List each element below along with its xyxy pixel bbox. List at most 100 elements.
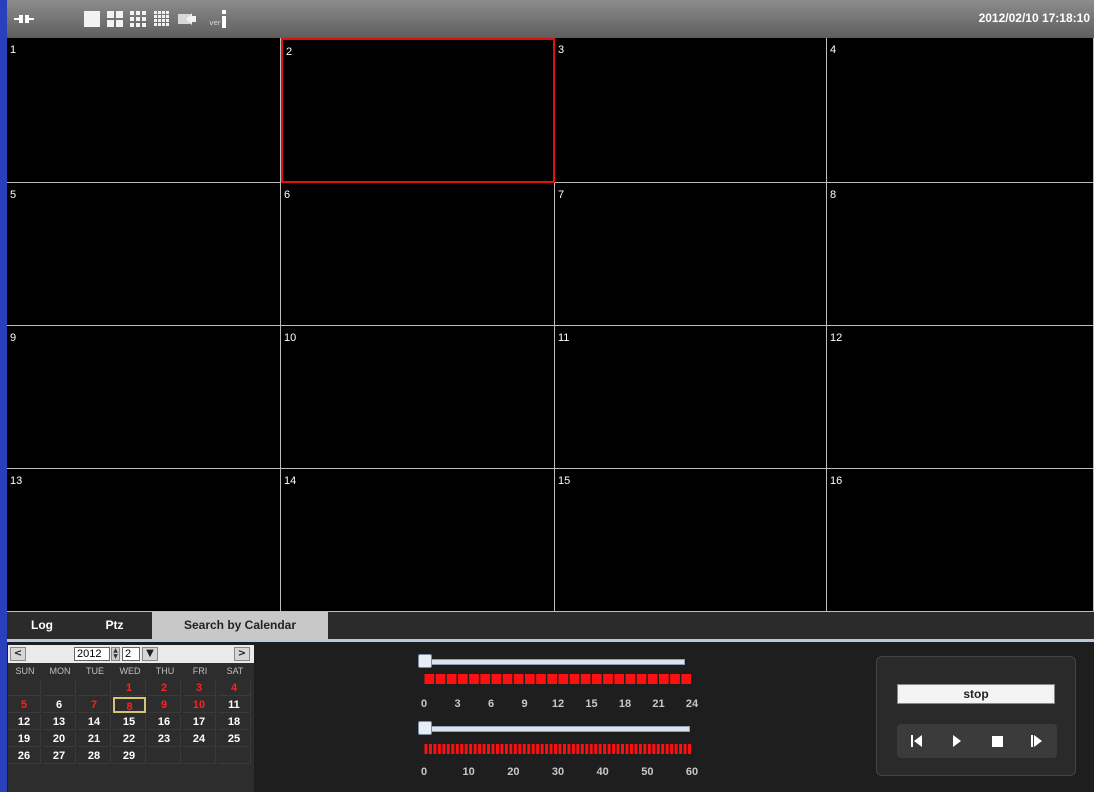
calendar-day-5[interactable]: 5 <box>8 697 41 713</box>
record-segment <box>522 744 526 754</box>
camera-cell-12[interactable]: 12 <box>827 326 1094 469</box>
camera-cell-5[interactable]: 5 <box>7 183 281 326</box>
record-segment <box>647 744 651 754</box>
calendar-day-24[interactable]: 24 <box>183 731 216 747</box>
calendar-day-12[interactable]: 12 <box>8 714 41 730</box>
year-spinner[interactable]: ▲ ▼ <box>111 647 120 661</box>
record-segment <box>612 744 616 754</box>
tab-search-by-calendar[interactable]: Search by Calendar <box>152 612 328 639</box>
camera-cell-16[interactable]: 16 <box>827 469 1094 612</box>
calendar-day-21[interactable]: 21 <box>78 731 111 747</box>
calendar-day-25[interactable]: 25 <box>218 731 251 747</box>
year-field[interactable]: 2012 <box>74 647 110 661</box>
camera-cell-4[interactable]: 4 <box>827 38 1094 183</box>
record-segment <box>473 744 477 754</box>
stop-button[interactable] <box>981 729 1013 753</box>
calendar-day-1[interactable]: 1 <box>113 680 146 696</box>
layout-1x1-icon[interactable] <box>83 9 101 29</box>
next-month-button[interactable]: > <box>234 647 250 661</box>
calendar-day-26[interactable]: 26 <box>8 748 41 764</box>
calendar-day-9[interactable]: 9 <box>148 697 181 713</box>
camera-cell-8[interactable]: 8 <box>827 183 1094 326</box>
prev-month-button[interactable]: < <box>10 647 26 661</box>
record-segment <box>638 744 642 754</box>
calendar-day-23[interactable]: 23 <box>148 731 181 747</box>
tab-ptz[interactable]: Ptz <box>77 612 152 639</box>
camera-cell-1[interactable]: 1 <box>7 38 281 183</box>
calendar-day-10[interactable]: 10 <box>183 697 216 713</box>
camera-cell-13[interactable]: 13 <box>7 469 281 612</box>
calendar-day-19[interactable]: 19 <box>8 731 41 747</box>
calendar-day-3[interactable]: 3 <box>183 680 216 696</box>
record-segment <box>625 744 629 754</box>
weekday-label: SUN <box>15 666 35 676</box>
calendar-day-4[interactable]: 4 <box>218 680 251 696</box>
calendar-day-17[interactable]: 17 <box>183 714 216 730</box>
calendar-day-16[interactable]: 16 <box>148 714 181 730</box>
record-segment <box>424 744 428 754</box>
calendar-day-27[interactable]: 27 <box>43 748 76 764</box>
camera-cell-9[interactable]: 9 <box>7 326 281 469</box>
scale-label: 50 <box>641 766 654 778</box>
record-segment <box>525 674 535 684</box>
calendar-day-20[interactable]: 20 <box>43 731 76 747</box>
month-dropdown-button[interactable]: ▼ <box>142 647 158 661</box>
record-segment <box>589 744 593 754</box>
playback-control-panel: stop <box>876 656 1076 776</box>
record-segment <box>558 744 562 754</box>
camera-cell-2[interactable]: 2 <box>281 38 555 183</box>
layout-4x4-icon[interactable] <box>153 9 171 29</box>
camera-cell-11[interactable]: 11 <box>555 326 827 469</box>
layout-2x2-icon[interactable] <box>106 9 124 29</box>
weekday-label: THU <box>155 666 175 676</box>
camera-cell-15[interactable]: 15 <box>555 469 827 612</box>
weekday-label: FRI <box>192 666 208 676</box>
camera-number: 10 <box>284 332 297 344</box>
record-segment <box>616 744 620 754</box>
minute-slider-track[interactable] <box>423 726 690 732</box>
tab-log[interactable]: Log <box>7 612 77 639</box>
calendar-day-2[interactable]: 2 <box>148 680 181 696</box>
calendar-day-13[interactable]: 13 <box>43 714 76 730</box>
next-frame-button[interactable] <box>1021 729 1053 753</box>
camera-cell-3[interactable]: 3 <box>555 38 827 183</box>
calendar-day-14[interactable]: 14 <box>78 714 111 730</box>
record-segment <box>621 744 624 754</box>
record-segment <box>464 744 468 754</box>
calendar-day-7[interactable]: 7 <box>78 697 111 713</box>
camera-cell-6[interactable]: 6 <box>281 183 555 326</box>
camera-cell-10[interactable]: 10 <box>281 326 555 469</box>
calendar-day-28[interactable]: 28 <box>78 748 111 764</box>
record-segment <box>576 744 580 754</box>
stop-icon <box>991 735 1003 747</box>
calendar-day-11[interactable]: 11 <box>218 697 251 713</box>
calendar-day-empty <box>183 748 216 764</box>
calendar-day-29[interactable]: 29 <box>113 748 146 764</box>
hour-slider-track[interactable] <box>423 659 685 665</box>
camera-cell-7[interactable]: 7 <box>555 183 827 326</box>
calendar-day-8[interactable]: 8 <box>113 697 146 713</box>
hour-slider-thumb[interactable] <box>418 654 432 668</box>
scale-label: 60 <box>685 766 699 778</box>
scale-label: 0 <box>420 698 428 710</box>
minute-slider-thumb[interactable] <box>418 721 432 735</box>
calendar-day-18[interactable]: 18 <box>218 714 251 730</box>
connection-icon[interactable] <box>13 9 35 29</box>
datetime-display: 2012/02/10 17:18:10 <box>978 11 1090 25</box>
camera-number: 1 <box>10 44 17 56</box>
month-field[interactable]: 2 <box>122 647 140 661</box>
calendar-day-15[interactable]: 15 <box>113 714 146 730</box>
layout-3x3-icon[interactable] <box>129 9 147 29</box>
scale-label: 10 <box>462 766 475 778</box>
minute-record-bar[interactable] <box>424 744 692 754</box>
play-button[interactable] <box>941 729 973 753</box>
calendar-day-6[interactable]: 6 <box>43 697 76 713</box>
record-segment <box>424 674 435 684</box>
prev-frame-button[interactable] <box>901 729 933 753</box>
record-segment <box>614 674 624 684</box>
export-icon[interactable] <box>177 9 197 29</box>
camera-cell-14[interactable]: 14 <box>281 469 555 612</box>
info-icon[interactable]: ver <box>203 9 233 29</box>
calendar-day-22[interactable]: 22 <box>113 731 146 747</box>
hour-record-bar[interactable] <box>424 674 692 684</box>
